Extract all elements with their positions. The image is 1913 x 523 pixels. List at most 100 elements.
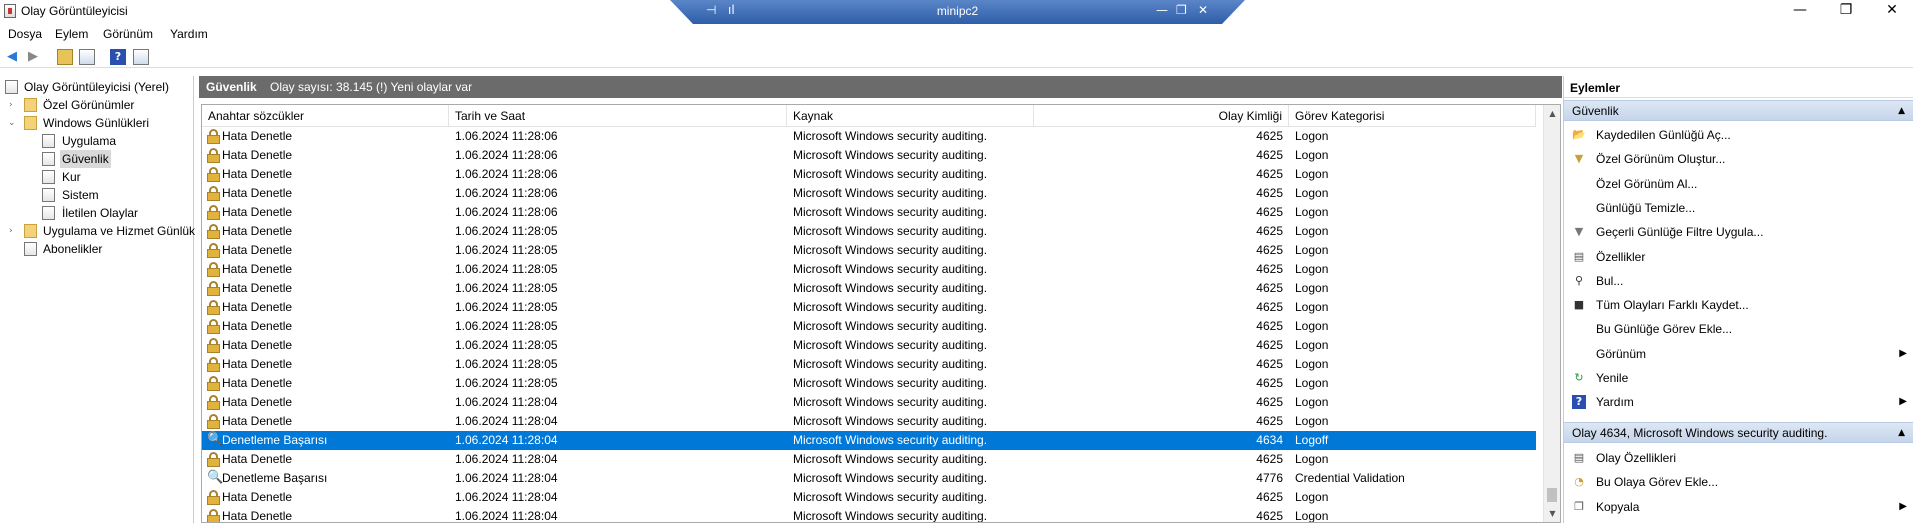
table-row[interactable]: Hata Denetle 1.06.2024 11:28:05 Microsoft … [202, 279, 1536, 298]
properties-icon: ▤ [1573, 249, 1585, 263]
submenu-arrow-icon: ▶ [1899, 396, 1907, 408]
actions-section-event[interactable]: Olay 4634, Microsoft Windows security au… [1564, 422, 1913, 443]
cell-date-time: 1.06.2024 11:28:05 [455, 243, 558, 257]
table-row[interactable]: Hata Denetle 1.06.2024 11:28:05 Microsoft … [202, 336, 1536, 355]
forward-arrow-icon[interactable]: ▶ [25, 49, 41, 65]
collapse-arrow-icon[interactable]: ⌄ [8, 114, 16, 132]
table-row[interactable]: Hata Denetle 1.06.2024 11:28:04 Microsoft … [202, 393, 1536, 412]
action-item[interactable]: ▤ Olay Özellikleri [1564, 448, 1913, 468]
column-keywords[interactable]: Anahtar sözcükler [202, 105, 449, 127]
cell-task-category: Logon [1295, 243, 1329, 257]
cell-task-category: Logon [1295, 167, 1329, 181]
rdp-minimize-button[interactable]: — [1156, 3, 1168, 17]
cell-keyword: Hata Denetle [222, 376, 293, 390]
cell-event-id: 4625 [1256, 509, 1283, 523]
collapse-up-icon[interactable]: ▲ [1898, 101, 1905, 122]
expand-arrow-icon[interactable]: › [9, 96, 13, 114]
action-item[interactable]: ▼ Geçerli Günlüğe Filtre Uygula... [1564, 222, 1913, 242]
minimize-button[interactable]: — [1777, 0, 1823, 22]
action-item[interactable]: Özel Görünüm Al... [1564, 174, 1913, 194]
table-row[interactable]: Hata Denetle 1.06.2024 11:28:06 Microsoft … [202, 165, 1536, 184]
menu-gorunum[interactable]: Görünüm [103, 27, 153, 41]
cell-keyword: Hata Denetle [222, 224, 293, 238]
help-icon[interactable]: ? [110, 49, 126, 65]
cell-keyword: Hata Denetle [222, 205, 293, 219]
cell-keyword: Hata Denetle [222, 129, 293, 143]
table-row[interactable]: 🔍 Denetleme Başarısı 1.06.2024 11:28:04 Mic… [202, 469, 1536, 488]
cell-task-category: Logon [1295, 186, 1329, 200]
table-row[interactable]: Hata Denetle 1.06.2024 11:28:04 Microsoft … [202, 412, 1536, 431]
action-item[interactable]: ❐ Kopyala ▶ [1564, 497, 1913, 517]
action-item[interactable]: 📂 Kaydedilen Günlüğü Aç... [1564, 125, 1913, 145]
scroll-thumb[interactable] [1547, 488, 1557, 502]
action-item[interactable]: ▤ Özellikler [1564, 247, 1913, 267]
column-source[interactable]: Kaynak [787, 105, 1034, 127]
close-button[interactable]: ✕ [1869, 0, 1913, 22]
table-row[interactable]: Hata Denetle 1.06.2024 11:28:05 Microsoft … [202, 374, 1536, 393]
action-item[interactable]: ↻ Yenile [1564, 368, 1913, 388]
table-row[interactable]: Hata Denetle 1.06.2024 11:28:05 Microsoft … [202, 355, 1536, 374]
column-task-category[interactable]: Görev Kategorisi [1289, 105, 1536, 127]
table-row[interactable]: Hata Denetle 1.06.2024 11:28:05 Microsoft … [202, 222, 1536, 241]
action-item[interactable]: Görünüm ▶ [1564, 344, 1913, 364]
table-row[interactable]: Hata Denetle 1.06.2024 11:28:06 Microsoft … [202, 146, 1536, 165]
cell-event-id: 4625 [1256, 414, 1283, 428]
action-item[interactable]: ■ Tüm Olayları Farklı Kaydet... [1564, 295, 1913, 315]
table-row[interactable]: Hata Denetle 1.06.2024 11:28:05 Microsoft … [202, 241, 1536, 260]
audit-failure-lock-icon [207, 490, 220, 505]
cell-task-category: Logon [1295, 148, 1329, 162]
maximize-button[interactable]: ❐ [1823, 0, 1869, 22]
table-row[interactable]: Hata Denetle 1.06.2024 11:28:04 Microsoft … [202, 507, 1536, 523]
audit-failure-lock-icon [207, 243, 220, 258]
events-pane: Güvenlik Olay sayısı: 38.145 (!) Yeni ol… [199, 76, 1562, 523]
cell-task-category: Logon [1295, 338, 1329, 352]
table-row[interactable]: Hata Denetle 1.06.2024 11:28:05 Microsoft … [202, 260, 1536, 279]
table-row[interactable]: 🔍 Denetleme Başarısı 1.06.2024 11:28:04 Mic… [202, 431, 1536, 450]
action-item[interactable]: Günlüğü Temizle... [1564, 198, 1913, 218]
cell-source: Microsoft Windows security auditing. [793, 281, 988, 295]
scroll-down-icon[interactable]: ▼ [1544, 505, 1560, 522]
cell-event-id: 4625 [1256, 395, 1283, 409]
action-item[interactable]: ▼ Özel Görünüm Oluştur... [1564, 149, 1913, 169]
action-label: Görünüm [1596, 346, 1647, 361]
table-row[interactable]: Hata Denetle 1.06.2024 11:28:06 Microsoft … [202, 184, 1536, 203]
collapse-up-icon[interactable]: ▲ [1898, 423, 1905, 444]
audit-failure-lock-icon [207, 395, 220, 410]
show-hide-action-pane-icon[interactable] [133, 49, 149, 65]
table-row[interactable]: Hata Denetle 1.06.2024 11:28:04 Microsoft … [202, 488, 1536, 507]
action-item[interactable]: ? Yardım ▶ [1564, 392, 1913, 412]
table-row[interactable]: Hata Denetle 1.06.2024 11:28:06 Microsoft … [202, 203, 1536, 222]
rdp-restore-button[interactable]: ❐ [1176, 3, 1187, 17]
vertical-scrollbar[interactable]: ▲ ▼ [1543, 105, 1560, 522]
scroll-up-icon[interactable]: ▲ [1544, 105, 1560, 122]
table-row[interactable]: Hata Denetle 1.06.2024 11:28:05 Microsoft … [202, 298, 1536, 317]
show-hide-tree-icon[interactable] [79, 49, 95, 65]
cell-task-category: Logon [1295, 319, 1329, 333]
menu-yardim[interactable]: Yardım [170, 27, 208, 41]
actions-section-log[interactable]: Güvenlik ▲ [1564, 100, 1913, 121]
column-event-id[interactable]: Olay Kimliği [1034, 105, 1289, 127]
cell-keyword: Hata Denetle [222, 300, 293, 314]
cell-event-id: 4625 [1256, 490, 1283, 504]
event-count: Olay sayısı: 38.145 (!) Yeni olaylar var [270, 80, 473, 94]
menu-eylem[interactable]: Eylem [55, 27, 88, 41]
action-item[interactable]: Bu Günlüğe Görev Ekle... [1564, 319, 1913, 339]
rdp-close-button[interactable]: ✕ [1198, 3, 1208, 17]
cell-date-time: 1.06.2024 11:28:06 [455, 148, 558, 162]
table-row[interactable]: Hata Denetle 1.06.2024 11:28:05 Microsoft … [202, 317, 1536, 336]
submenu-arrow-icon: ▶ [1899, 500, 1907, 512]
action-item[interactable]: ⚲ Bul... [1564, 271, 1913, 291]
event-viewer-icon [5, 80, 18, 94]
menu-dosya[interactable]: Dosya [8, 27, 42, 41]
table-row[interactable]: Hata Denetle 1.06.2024 11:28:04 Microsoft … [202, 450, 1536, 469]
table-row[interactable]: Hata Denetle 1.06.2024 11:28:06 Microsoft … [202, 127, 1536, 146]
cell-keyword: Hata Denetle [222, 490, 293, 504]
cell-keyword: Hata Denetle [222, 395, 293, 409]
column-date-time[interactable]: Tarih ve Saat [449, 105, 787, 127]
cell-task-category: Logon [1295, 281, 1329, 295]
cell-event-id: 4625 [1256, 224, 1283, 238]
expand-arrow-icon[interactable]: › [9, 222, 13, 240]
action-item[interactable]: ◔ Bu Olaya Görev Ekle... [1564, 472, 1913, 492]
up-folder-icon[interactable] [57, 49, 73, 65]
back-arrow-icon[interactable]: ◀ [4, 49, 20, 65]
